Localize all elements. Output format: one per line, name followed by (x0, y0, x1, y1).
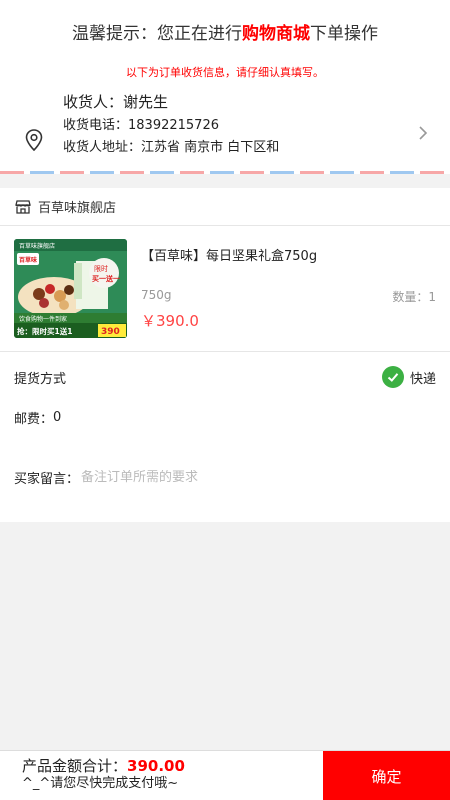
product-image[interactable]: 百草味旗舰店 百草味 限时 买一送一 饮食购物一件到家 抢：限时买1送1 390 (14, 239, 127, 338)
location-pin-icon (25, 129, 43, 152)
receiver-phone-row: 收货电话：18392215726 (63, 115, 416, 137)
postage-label: 邮费： (14, 411, 54, 427)
product-price: ￥390.0 (141, 312, 199, 330)
product-title: 【百草味】每日坚果礼盒750g (141, 249, 318, 264)
receiver-name-row: 收货人：谢先生 (63, 91, 416, 115)
address-hint: 以下为订单收货信息，请仔细认真填写。 (126, 66, 324, 79)
store-icon (15, 199, 31, 214)
receiver-address: 江苏省 南京市 白下区和 (141, 140, 280, 155)
svg-text:买一送一: 买一送一 (92, 274, 120, 283)
product-spec: 750g (141, 288, 172, 302)
postage-value: 0 (53, 409, 62, 425)
checkout-bar: 产品金额合计：390.00 ^_^请您尽快完成支付哦~ 确定 (0, 750, 450, 800)
store-header[interactable]: 百草味旗舰店 (0, 188, 450, 226)
total-row: 产品金额合计：390.00 (22, 757, 323, 775)
section-gap (0, 174, 450, 188)
total-area: 产品金额合计：390.00 ^_^请您尽快完成支付哦~ (0, 751, 323, 800)
pickup-method-label: 提货方式 (14, 371, 67, 387)
receiver-phone-label: 收货电话： (63, 118, 129, 133)
buyer-message-row: 买家留言： (14, 432, 436, 522)
page-notice: 温馨提示：您正在进行 购物商城 下单操作 (0, 0, 450, 62)
pickup-method-row: 提货方式 快递 (14, 352, 436, 402)
product-quantity: 数量：1 (392, 290, 436, 304)
svg-text:饮食购物一件到家: 饮食购物一件到家 (19, 315, 67, 323)
confirm-button[interactable]: 确定 (323, 751, 450, 800)
check-icon[interactable] (381, 366, 404, 388)
envelope-stripe (0, 171, 450, 174)
product-info: 【百草味】每日坚果礼盒750g 750g 数量：1 ￥390.0 (141, 239, 436, 351)
total-amount: 390.00 (127, 757, 185, 775)
product-image-art: 百草味旗舰店 百草味 限时 买一送一 饮食购物一件到家 抢：限时买1送1 390 (14, 239, 127, 338)
buyer-message-input[interactable] (81, 469, 436, 485)
svg-text:百草味旗舰店: 百草味旗舰店 (19, 242, 55, 250)
notice-highlight: 购物商城 (242, 23, 310, 44)
receiver-address-label: 收货人地址： (63, 140, 142, 155)
product-item[interactable]: 百草味旗舰店 百草味 限时 买一送一 饮食购物一件到家 抢：限时买1送1 390… (0, 226, 450, 352)
shipping-address-card[interactable]: 以下为订单收货信息，请仔细认真填写。 收货人：谢先生 收货电话：18392215… (0, 62, 450, 174)
store-name: 百草味旗舰店 (38, 201, 117, 216)
express-option[interactable]: 快递 (381, 366, 436, 388)
express-label: 快递 (409, 371, 436, 387)
delivery-section: 提货方式 快递 邮费： 0 买家留言： (0, 352, 450, 522)
payment-tip: ^_^请您尽快完成支付哦~ (22, 776, 179, 791)
receiver-address-row: 收货人地址：江苏省 南京市 白下区和 (63, 137, 416, 159)
receiver-name-label: 收货人： (63, 93, 124, 111)
postage-row: 邮费： 0 (14, 402, 436, 432)
svg-text:抢：限时买1送1: 抢：限时买1送1 (17, 326, 72, 336)
total-label: 产品金额合计： (22, 757, 128, 775)
buyer-message-label: 买家留言： (14, 471, 80, 487)
receiver-name: 谢先生 (123, 93, 169, 111)
svg-text:百草味: 百草味 (19, 256, 37, 264)
notice-prefix: 温馨提示：您正在进行 (72, 23, 242, 44)
svg-text:限时: 限时 (94, 264, 108, 273)
svg-text:390: 390 (101, 327, 120, 337)
chevron-right-icon[interactable] (416, 126, 430, 140)
notice-suffix: 下单操作 (310, 23, 378, 44)
receiver-phone: 18392215726 (128, 118, 219, 133)
